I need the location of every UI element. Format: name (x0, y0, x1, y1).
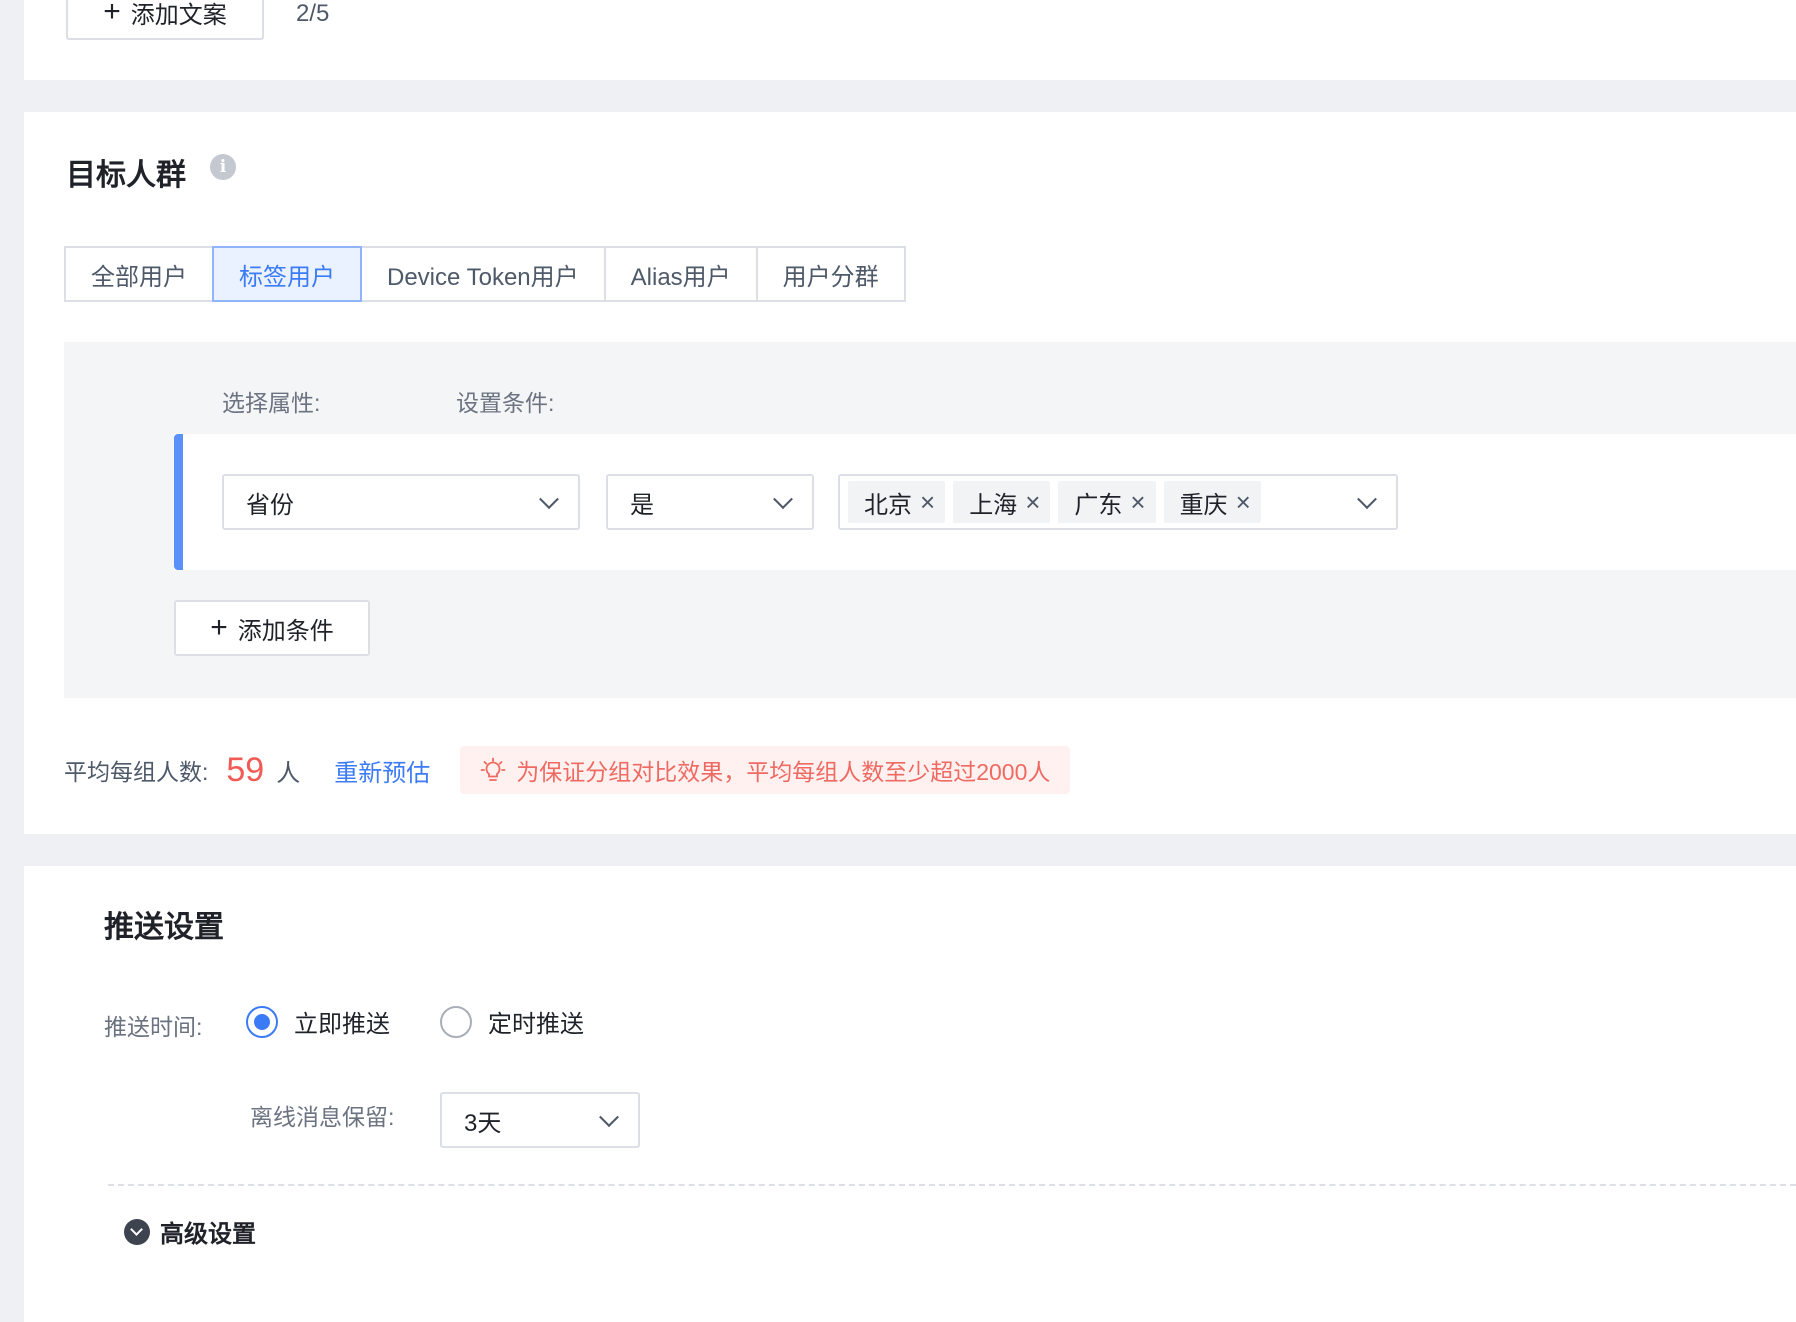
close-icon[interactable]: × (1236, 489, 1251, 515)
condition-row: 省份 是 北京 × 上海 × 广东 × 重庆 × (174, 434, 1796, 570)
chevron-down-circle-icon (124, 1218, 150, 1245)
tab-tag-users[interactable]: 标签用户 (212, 246, 362, 302)
tab-user-segments[interactable]: 用户分群 (755, 246, 906, 302)
radio-scheduled-label: 定时推送 (488, 1011, 584, 1038)
close-icon[interactable]: × (920, 489, 935, 515)
tag-label: 北京 (864, 491, 912, 519)
tag-label: 重庆 (1179, 491, 1228, 519)
copy-card: + 添加文案 2/5 (24, 0, 1796, 80)
operator-value: 是 (630, 491, 654, 519)
radio-scheduled[interactable]: 定时推送 (440, 1004, 584, 1039)
warning-banner: 为保证分组对比效果，平均每组人数至少超过2000人 (460, 746, 1071, 794)
close-icon[interactable]: × (1130, 489, 1145, 515)
group-estimate: 平均每组人数: 59 人 重新预估 为保证分组对比效果，平均每组人数至少超过20… (64, 746, 1071, 794)
attribute-value: 省份 (246, 491, 294, 519)
radio-selected-icon (246, 1005, 278, 1038)
chevron-down-icon (1357, 489, 1377, 510)
radio-immediate[interactable]: 立即推送 (246, 1004, 390, 1039)
attribute-select[interactable]: 省份 (222, 474, 580, 530)
values-multiselect[interactable]: 北京 × 上海 × 广东 × 重庆 × (838, 474, 1398, 530)
copy-count: 2/5 (296, 0, 330, 27)
audience-tabs: 全部用户 标签用户 Device Token用户 Alias用户 用户分群 (64, 246, 906, 302)
target-audience-card: 目标人群 i 全部用户 标签用户 Device Token用户 Alias用户 … (24, 112, 1796, 834)
close-icon[interactable]: × (1025, 489, 1040, 515)
section-title-target: 目标人群 (66, 159, 186, 192)
add-condition-button[interactable]: + 添加条件 (174, 600, 370, 656)
tab-device-token-users[interactable]: Device Token用户 (360, 246, 606, 302)
tab-alias-users[interactable]: Alias用户 (603, 246, 758, 302)
warning-text: 为保证分组对比效果，平均每组人数至少超过2000人 (516, 759, 1051, 785)
chevron-down-icon (773, 489, 793, 510)
info-icon[interactable]: i (210, 154, 236, 180)
section-title-push: 推送设置 (104, 911, 224, 944)
re-estimate-link[interactable]: 重新预估 (334, 753, 430, 788)
radio-unselected-icon (440, 1005, 472, 1038)
operator-select[interactable]: 是 (606, 474, 814, 530)
condition-accent-bar (174, 434, 183, 570)
value-tag: 上海 × (953, 481, 1051, 523)
lightbulb-icon (480, 757, 506, 781)
plus-icon: + (103, 0, 121, 28)
plus-icon: + (210, 611, 228, 644)
tag-label: 上海 (969, 491, 1018, 519)
offline-retention-label: 离线消息保留: (250, 1104, 395, 1130)
value-tag: 北京 × (848, 481, 946, 523)
value-tag: 广东 × (1058, 481, 1156, 523)
offline-retention-value: 3天 (464, 1109, 502, 1137)
chevron-down-icon (539, 489, 559, 510)
advanced-settings-label: 高级设置 (160, 1221, 256, 1248)
radio-immediate-label: 立即推送 (294, 1011, 390, 1038)
avg-label: 平均每组人数: (64, 759, 209, 785)
push-time-label: 推送时间: (104, 1014, 203, 1040)
avg-value: 59 (226, 750, 265, 789)
divider (108, 1184, 1796, 1186)
selected-tags: 北京 × 上海 × 广东 × 重庆 × (840, 481, 1269, 523)
add-copy-label: 添加文案 (130, 1, 227, 29)
chevron-down-icon (599, 1107, 619, 1128)
tab-all-users[interactable]: 全部用户 (64, 246, 214, 302)
push-settings-card: 推送设置 推送时间: 立即推送 定时推送 离线消息保留: 3天 高级设置 (24, 866, 1796, 1322)
value-tag: 重庆 × (1163, 481, 1261, 523)
add-copy-button[interactable]: + 添加文案 (66, 0, 264, 40)
offline-retention-select[interactable]: 3天 (440, 1092, 640, 1148)
condition-panel: 选择属性: 设置条件: 省份 是 北京 × 上海 × 广东 × 重庆 × + 添… (64, 342, 1796, 698)
avg-unit: 人 (276, 759, 301, 787)
add-condition-label: 添加条件 (237, 617, 334, 645)
set-condition-label: 设置条件: (456, 390, 555, 416)
tag-label: 广东 (1074, 491, 1123, 519)
advanced-settings-toggle[interactable]: 高级设置 (124, 1214, 256, 1249)
select-attribute-label: 选择属性: (222, 390, 321, 416)
